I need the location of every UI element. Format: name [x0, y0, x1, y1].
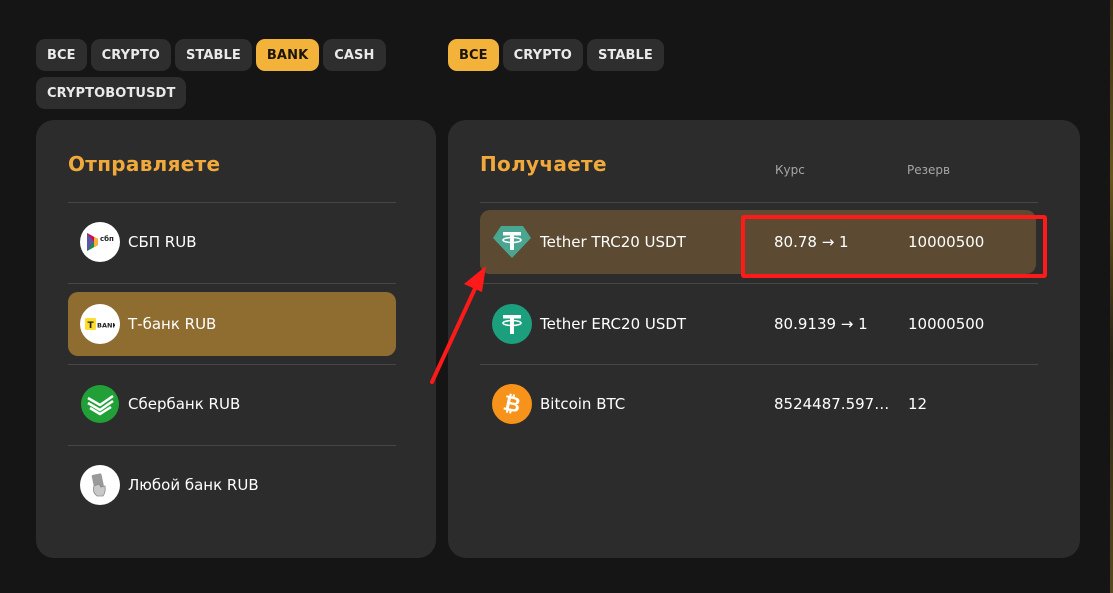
divider [68, 202, 396, 203]
send-filter-cash[interactable]: CASH [323, 39, 386, 71]
svg-text:BANK: BANK [97, 322, 115, 330]
send-item-label: Т-банк RUB [128, 315, 217, 333]
svg-text:₿: ₿ [501, 390, 523, 417]
reserve-value: 10000500 [908, 233, 985, 251]
send-item-label: СБП RUB [128, 233, 197, 251]
send-title: Отправляете [68, 152, 221, 176]
rate-header: Курс [775, 163, 805, 177]
reserve-header: Резерв [907, 163, 951, 177]
send-filter-bank[interactable]: BANK [255, 39, 320, 71]
send-item-any-bank[interactable]: Любой банк RUB [68, 453, 396, 517]
divider [480, 283, 1038, 284]
divider [68, 445, 396, 446]
receive-title: Получаете [480, 152, 607, 176]
tether-erc20-icon [492, 304, 532, 344]
send-filter-crypto[interactable]: CRYPTO [90, 39, 171, 71]
reserve-value: 12 [908, 395, 928, 413]
send-filter-cryptobotusdt[interactable]: CRYPTOBOTUSDT [36, 77, 187, 109]
card-in-hand-icon [80, 465, 120, 505]
svg-text:Т: Т [88, 321, 95, 331]
send-panel: Отправляете сбп СБП RUB Т BANK Т-банк RU… [36, 120, 436, 558]
divider [68, 283, 396, 284]
divider [480, 364, 1038, 365]
tbank-logo-icon: Т BANK [80, 304, 120, 344]
divider [480, 202, 1038, 203]
receive-item-label: Tether TRC20 USDT [540, 233, 686, 251]
bitcoin-icon: ₿ [492, 384, 532, 424]
receive-item-label: Bitcoin BTC [540, 395, 626, 413]
receive-filter-chips: ВСЕ CRYPTO STABLE [448, 39, 748, 71]
receive-item-label: Tether ERC20 USDT [540, 315, 687, 333]
send-filter-all[interactable]: ВСЕ [36, 39, 87, 71]
send-item-tbank[interactable]: Т BANK Т-банк RUB [68, 292, 396, 356]
receive-filter-crypto[interactable]: CRYPTO [502, 39, 583, 71]
receive-filter-stable[interactable]: STABLE [586, 39, 664, 71]
receive-panel: Получаете Курс Резерв Tether TRC20 USDT … [448, 120, 1080, 558]
sberbank-logo-icon [80, 384, 120, 424]
send-filter-stable[interactable]: STABLE [174, 39, 252, 71]
divider [68, 364, 396, 365]
rate-value: 80.9139 → 1 [774, 315, 868, 333]
receive-item-tether-erc20[interactable]: Tether ERC20 USDT 80.9139 → 1 10000500 [480, 292, 1038, 356]
receive-item-tether-trc20[interactable]: Tether TRC20 USDT 80.78 → 1 10000500 [480, 210, 1036, 274]
sbp-logo-icon: сбп [80, 222, 120, 262]
send-item-sbp[interactable]: сбп СБП RUB [68, 210, 396, 274]
rate-value: 8524487.597 … [774, 395, 892, 413]
send-item-label: Любой банк RUB [128, 476, 259, 494]
rate-value: 80.78 → 1 [774, 233, 849, 251]
receive-item-bitcoin[interactable]: ₿ Bitcoin BTC 8524487.597 … 12 [480, 372, 1038, 436]
send-item-label: Сбербанк RUB [128, 395, 241, 413]
send-item-sberbank[interactable]: Сбербанк RUB [68, 372, 396, 436]
receive-filter-all[interactable]: ВСЕ [448, 39, 499, 71]
tether-trc20-icon [492, 222, 532, 262]
reserve-value: 10000500 [908, 315, 985, 333]
svg-text:сбп: сбп [100, 235, 114, 243]
send-filter-chips: ВСЕ CRYPTO STABLE BANK CASH CRYPTOBOTUSD… [36, 39, 386, 109]
